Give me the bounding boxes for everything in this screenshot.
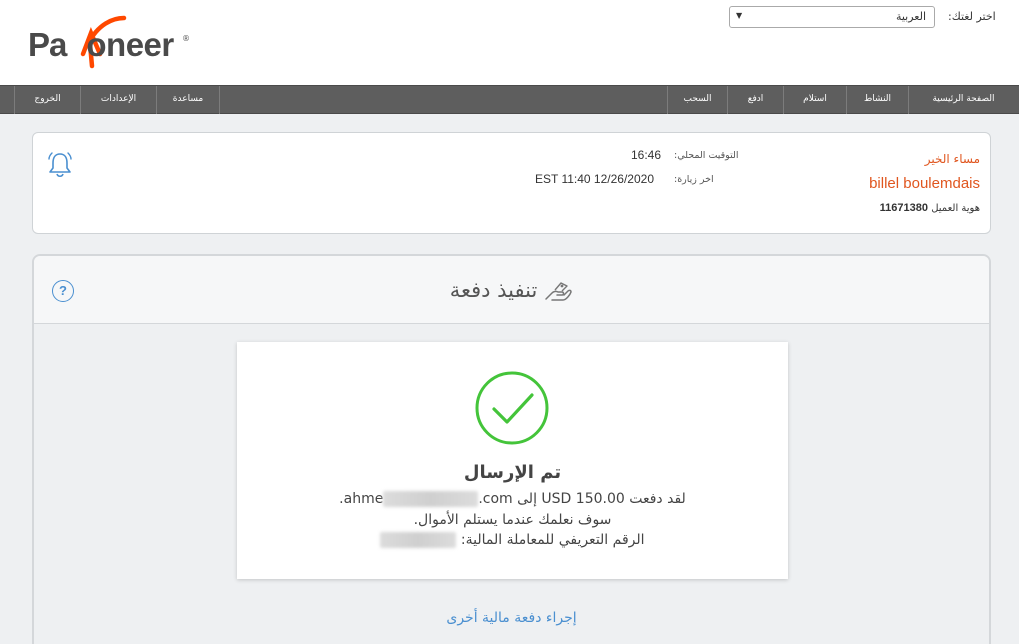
last-visit-value: EST 11:40 12/26/2020 xyxy=(535,172,654,186)
logo-registered: ® xyxy=(182,34,190,43)
nav-activity[interactable]: النشاط xyxy=(846,86,908,114)
logo-text: Pa oneer xyxy=(28,26,174,63)
transaction-id-label: الرقم التعريفي للمعاملة المالية: xyxy=(460,532,645,548)
local-time-value: 16:46 xyxy=(631,148,662,162)
panel-title: تنفيذ دفعة xyxy=(34,278,989,303)
header: Pa oneer ® اختر لغتك: العربية ▼ xyxy=(0,0,1019,85)
bell-icon[interactable] xyxy=(47,151,73,179)
recipient-email: ahme .com xyxy=(344,491,513,507)
customer-id-value: 11671380 xyxy=(879,202,929,214)
paid-amount: USD 150.00 xyxy=(541,491,625,507)
account-info-card: مساء الخير billel boulemdais هوية العميل… xyxy=(32,132,991,234)
payment-hand-icon xyxy=(545,282,573,301)
success-check-icon xyxy=(475,371,549,445)
success-card: تم الإرسال لقد دفعت USD 150.00 إلى ahme.… xyxy=(237,342,788,579)
nav-home[interactable]: الصفحة الرئيسية xyxy=(908,86,1018,114)
payoneer-logo[interactable]: Pa oneer ® xyxy=(28,14,198,72)
email-redacted xyxy=(383,491,479,507)
email-start: ahme xyxy=(343,491,384,507)
nav-receive[interactable]: استلام xyxy=(783,86,846,114)
nav-settings[interactable]: الإعدادات xyxy=(80,86,156,114)
nav-logout[interactable]: الخروج xyxy=(14,86,80,114)
panel-header: تنفيذ دفعة ? xyxy=(34,256,989,324)
local-time-label: التوقيت المحلي: xyxy=(674,150,739,161)
nav-withdraw[interactable]: السحب xyxy=(667,86,727,114)
customer-id-label: هوية العميل xyxy=(931,203,980,214)
panel-title-text: تنفيذ دفعة xyxy=(449,278,538,302)
transaction-id: الرقم التعريفي للمعاملة المالية: xyxy=(237,532,788,548)
username: billel boulemdais xyxy=(869,175,980,192)
payment-summary: لقد دفعت USD 150.00 إلى ahme .com. xyxy=(237,491,788,507)
main-nav: الصفحة الرئيسية النشاط استلام ادفع السحب… xyxy=(0,85,1019,114)
make-another-payment-link[interactable]: إجراء دفعة مالية أخرى xyxy=(34,610,989,626)
language-label: اختر لغتك: xyxy=(948,10,996,23)
paid-prefix: لقد دفعت xyxy=(629,491,686,507)
success-title: تم الإرسال xyxy=(463,462,562,483)
help-icon[interactable]: ? xyxy=(52,280,74,302)
transaction-id-redacted xyxy=(380,532,457,548)
greeting: مساء الخير xyxy=(924,152,980,166)
email-end: .com xyxy=(478,491,513,507)
language-select[interactable]: العربية ▼ xyxy=(729,6,935,28)
paid-to: إلى xyxy=(517,491,537,507)
make-payment-panel: تنفيذ دفعة ? تم الإرسال لقد دفعت USD 150… xyxy=(32,254,991,644)
customer-id: هوية العميل 11671380 xyxy=(880,202,980,214)
nav-pay[interactable]: ادفع xyxy=(727,86,783,114)
language-selected-value: العربية xyxy=(895,10,926,23)
nav-help[interactable]: مساعدة xyxy=(156,86,220,114)
last-visit-label: اخر زيارة: xyxy=(674,174,714,185)
notify-text: سوف نعلمك عندما يستلم الأموال. xyxy=(413,512,612,528)
chevron-down-icon: ▼ xyxy=(736,11,743,20)
